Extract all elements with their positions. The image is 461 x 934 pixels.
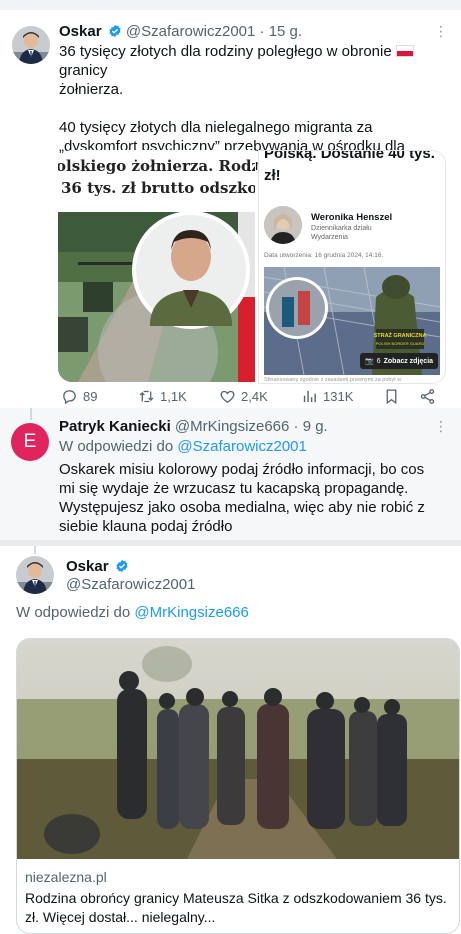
reply-separator: · bbox=[293, 418, 299, 435]
tweet-text-line1a: 36 tysięcy złotych dla rodziny poległego… bbox=[59, 43, 392, 60]
polish-flag-icon bbox=[395, 45, 414, 57]
tweet-main[interactable]: Oskar @Szafarowicz2001 · 15 g. ⋮ 36 tysi… bbox=[0, 10, 461, 408]
gallery-label: Zobacz zdjęcia bbox=[383, 357, 434, 365]
views-button[interactable]: 131K bbox=[301, 385, 353, 407]
media-image-left[interactable]: olskiego żołnierza. Rodzina 36 tys. zł b… bbox=[58, 150, 255, 382]
reply-to-prefix: W odpowiedzi do bbox=[59, 438, 174, 455]
answer-author-avatar[interactable] bbox=[16, 556, 54, 594]
answer-author-handle[interactable]: @Szafarowicz2001 bbox=[66, 576, 195, 593]
like-count: 2,4K bbox=[241, 388, 268, 404]
gallery-count: 6 bbox=[376, 357, 381, 365]
reply-to-line: W odpowiedzi do @Szafarowicz2001 bbox=[59, 438, 307, 455]
heart-icon bbox=[220, 390, 235, 403]
tweet-reply[interactable]: E Patryk Kaniecki @MrKingsize666 · 9 g. … bbox=[0, 408, 461, 543]
link-card[interactable]: niezalezna.pl Rodzina obrońcy granicy Ma… bbox=[16, 638, 460, 934]
media-right-headline-line2: zł! bbox=[264, 167, 281, 184]
reply-author-avatar[interactable]: E bbox=[11, 423, 49, 461]
reply-header: Patryk Kaniecki @MrKingsize666 · 9 g. bbox=[59, 418, 328, 435]
tweet-time[interactable]: 15 g. bbox=[269, 23, 302, 40]
gallery-badge[interactable]: 📷 6 Zobacz zdjęcia bbox=[360, 353, 439, 369]
migrants-photo bbox=[17, 639, 459, 859]
article-date: Data utworzenia: 16 grudnia 2024, 14:16. bbox=[264, 252, 384, 259]
bookmark-button[interactable] bbox=[383, 385, 400, 407]
repost-count: 1,1K bbox=[160, 388, 187, 404]
author-name[interactable]: Oskar bbox=[59, 23, 102, 40]
bookmark-icon bbox=[386, 388, 397, 404]
card-domain[interactable]: niezalezna.pl bbox=[25, 869, 107, 885]
journalist-role-line2: Wydarzenia bbox=[311, 234, 348, 241]
share-icon bbox=[420, 388, 435, 404]
journalist-avatar bbox=[264, 206, 302, 244]
like-button[interactable]: 2,4K bbox=[219, 385, 268, 407]
reply-more-options-icon[interactable]: ⋮ bbox=[434, 418, 449, 435]
media-left-headline-line2: 36 tys. zł brutto odszkodow bbox=[61, 179, 255, 197]
card-title[interactable]: Rodzina obrońcy granicy Mateusza Sitka z… bbox=[25, 889, 451, 927]
article-footer-text: Sfinansowany zgodnie z zasadami prawnymi… bbox=[264, 377, 402, 383]
tweet-text-line1b: granicy bbox=[59, 62, 108, 79]
media-image-right[interactable]: Polską. Dostanie 40 tys. zł! Weronika He… bbox=[258, 150, 446, 384]
repost-button[interactable]: 1,1K bbox=[138, 385, 187, 407]
reply-author-handle[interactable]: @MrKingsize666 bbox=[175, 418, 289, 435]
sign-line2: POLISH BORDER GUARD bbox=[376, 341, 425, 346]
reply-icon bbox=[63, 389, 76, 404]
tweet-actions: 89 1,1K 2,4K 131K bbox=[58, 385, 443, 407]
journalist-role-line1: Dziennikarka działu bbox=[311, 225, 372, 232]
views-count: 131K bbox=[323, 388, 354, 404]
author-handle[interactable]: @Szafarowicz2001 bbox=[126, 23, 255, 40]
repost-icon bbox=[139, 390, 154, 402]
verified-badge-icon bbox=[108, 24, 122, 38]
share-button[interactable] bbox=[419, 385, 436, 407]
answer-reply-to-link[interactable]: @MrKingsize666 bbox=[134, 604, 248, 621]
reply-time[interactable]: 9 g. bbox=[303, 418, 328, 435]
reply-avatar-letter: E bbox=[23, 431, 37, 452]
camera-icon: 📷 bbox=[365, 358, 374, 365]
journalist-name: Weronika Henszel bbox=[311, 212, 393, 223]
media-left-headline-line1: olskiego żołnierza. Rodzina bbox=[58, 157, 255, 175]
header-separator: · bbox=[259, 23, 265, 40]
answer-reply-to-line: W odpowiedzi do @MrKingsize666 bbox=[16, 604, 249, 621]
answer-reply-to-prefix: W odpowiedzi do bbox=[16, 604, 131, 621]
author-avatar[interactable] bbox=[12, 26, 50, 64]
more-options-icon[interactable]: ⋮ bbox=[434, 23, 449, 40]
tweet-text-line2: żołnierza. bbox=[59, 81, 124, 98]
reply-button[interactable]: 89 bbox=[61, 385, 97, 407]
top-strip bbox=[0, 0, 461, 10]
reply-to-link[interactable]: @Szafarowicz2001 bbox=[177, 438, 306, 455]
thread-line bbox=[30, 408, 32, 420]
tweet-answer[interactable]: Oskar @Szafarowicz2001 W odpowiedzi do @… bbox=[4, 546, 461, 934]
reply-text: Oskarek misiu kolorowy podaj źródło info… bbox=[59, 461, 430, 535]
media-left-headline-area: olskiego żołnierza. Rodzina 36 tys. zł b… bbox=[58, 150, 255, 212]
answer-author-name[interactable]: Oskar bbox=[66, 558, 109, 575]
soldier-photo-scene bbox=[58, 212, 255, 382]
answer-verified-badge-icon bbox=[115, 559, 129, 573]
tweet-header: Oskar @Szafarowicz2001 · 15 g. bbox=[59, 23, 302, 40]
reply-count: 89 bbox=[83, 388, 98, 404]
media-right-headline-line1: Polską. Dostanie 40 tys. bbox=[264, 150, 435, 162]
reply-author-name[interactable]: Patryk Kaniecki bbox=[59, 418, 171, 435]
sign-line1: STRAŻ GRANICZNA bbox=[374, 332, 427, 339]
answer-header: Oskar bbox=[66, 558, 129, 575]
thread-line-top bbox=[34, 546, 36, 554]
views-chart-icon bbox=[303, 390, 316, 402]
